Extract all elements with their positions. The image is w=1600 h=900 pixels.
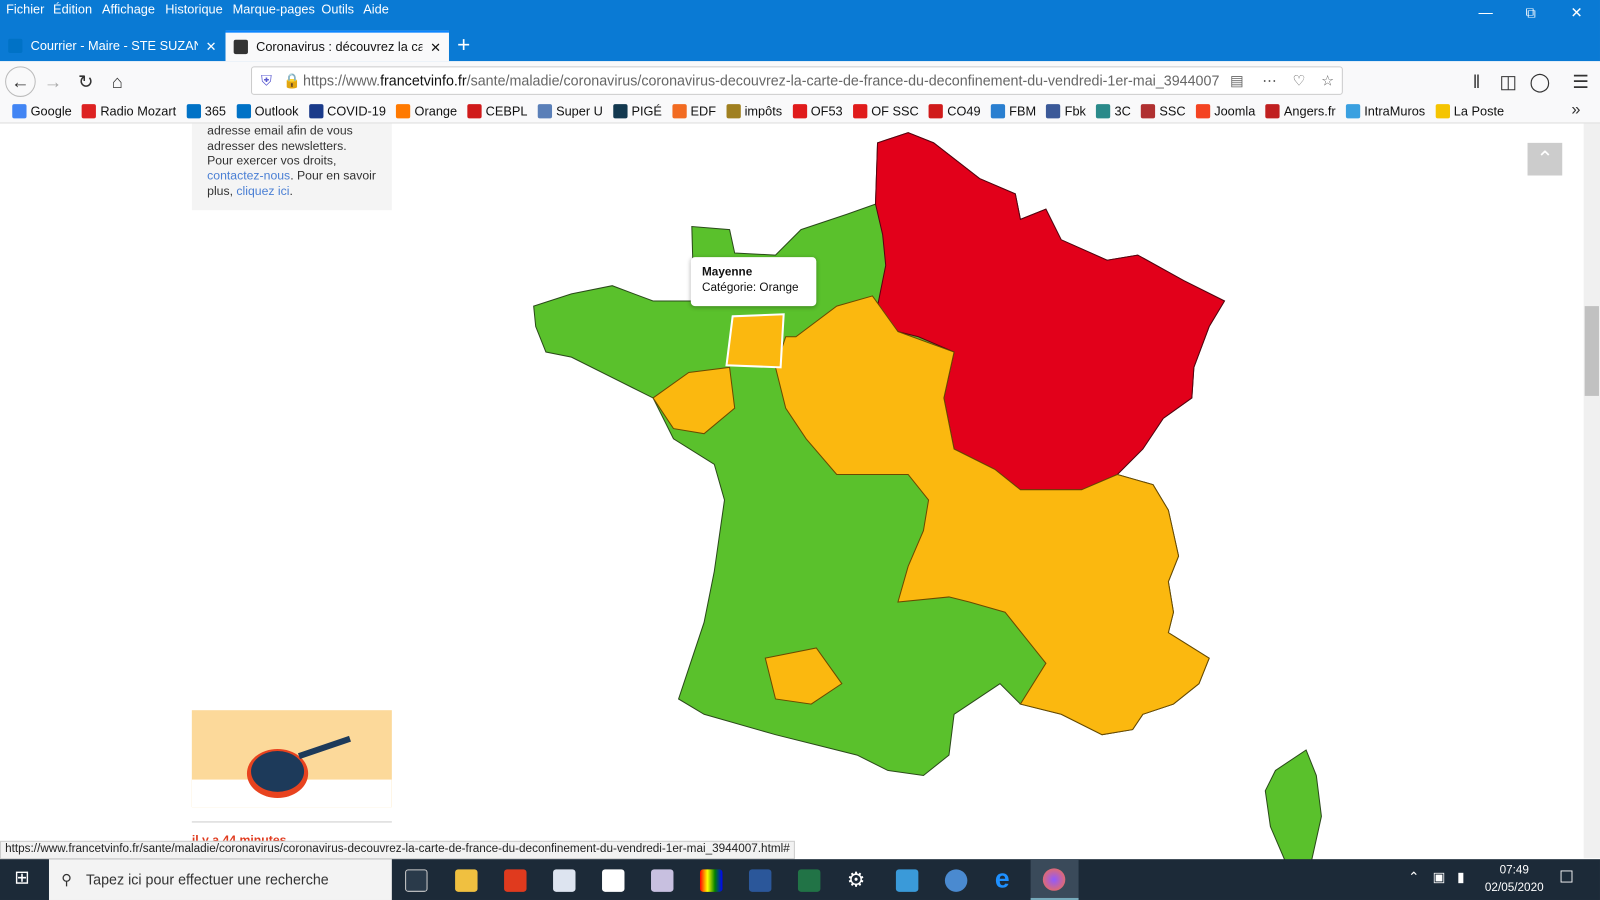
color-app-icon[interactable] [699,869,723,892]
back-to-top-button[interactable]: ⌃ [1527,142,1563,176]
search-placeholder: Tapez ici pour effectuer une recherche [85,871,329,888]
scrollbar-thumb[interactable] [1584,306,1599,396]
firefox-taskbar-button[interactable] [1030,859,1079,900]
france-map[interactable] [0,0,1600,900]
word-icon[interactable] [748,869,772,892]
firefox-icon [1042,868,1066,891]
tooltip-category: Catégorie: Orange [702,281,799,294]
mail-icon[interactable] [895,869,919,892]
tooltip-department: Mayenne [702,266,753,279]
clock[interactable]: 07:49 02/05/2020 [1480,862,1549,897]
edge-icon[interactable]: e [995,863,1010,895]
clock-date: 02/05/2020 [1484,881,1544,894]
taskbar-search[interactable]: ⚲ Tapez ici pour effectuer une recherche [48,859,392,900]
search-icon: ⚲ [61,870,72,888]
app-icon[interactable] [944,869,968,892]
map-tooltip: Mayenne Catégorie: Orange [690,257,817,307]
notifications-icon[interactable]: ☐ [1559,867,1574,887]
task-view-icon[interactable] [405,869,428,892]
show-hidden-icons[interactable]: ⌃ [1408,869,1419,885]
app-icon[interactable] [651,869,674,892]
office-icon[interactable] [504,869,527,892]
settings-gear-icon[interactable]: ⚙ [847,867,865,893]
status-bar-url: https://www.francetvinfo.fr/sante/maladi… [0,840,795,860]
network-icon[interactable]: ▣ [1433,869,1446,885]
file-explorer-icon[interactable] [455,869,478,892]
map-zone-corsica[interactable] [1264,749,1322,863]
store-icon[interactable] [602,869,625,892]
battery-icon[interactable]: ▮ [1457,869,1464,885]
map-zone-mayenne[interactable] [725,313,785,369]
excel-icon[interactable] [797,869,821,892]
app-icon[interactable] [553,869,576,892]
scrollbar[interactable] [1583,123,1600,859]
windows-start-icon[interactable]: ⊞ [14,867,29,888]
clock-time: 07:49 [1499,864,1529,877]
